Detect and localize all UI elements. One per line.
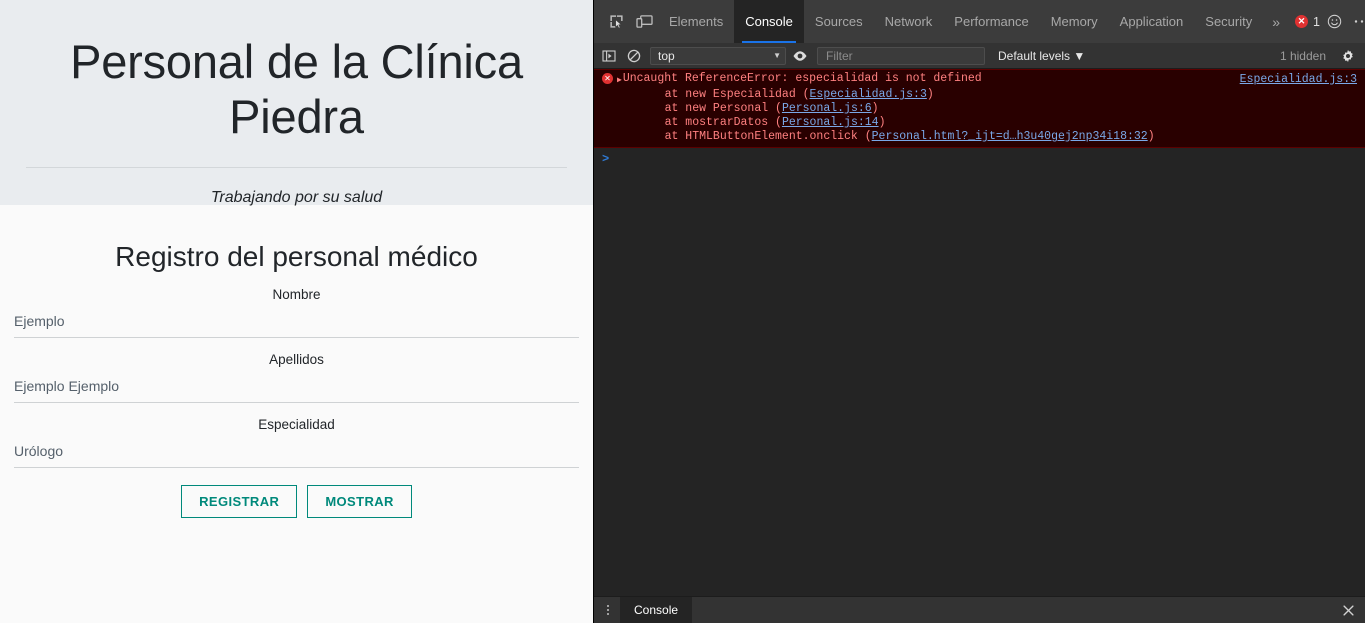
- tab-application-label: Application: [1119, 14, 1184, 29]
- stack-frame-prefix: at mostrarDatos (: [637, 116, 782, 129]
- web-page-viewport: Personal de la Clínica Piedra Trabajando…: [0, 0, 593, 623]
- console-prompt-row[interactable]: >: [594, 148, 1365, 166]
- devtools-tabbar: Elements Console Sources Network Perform…: [594, 0, 1365, 43]
- stack-frame-link[interactable]: Personal.js:6: [782, 102, 872, 115]
- expand-arrow-icon[interactable]: ▶: [617, 74, 622, 88]
- tab-network-label: Network: [884, 14, 933, 29]
- stack-frame: at mostrarDatos (Personal.js:14): [594, 116, 1365, 130]
- field-nombre: Nombre: [14, 287, 579, 338]
- error-badge-count: 1: [1313, 14, 1320, 29]
- clear-console-icon[interactable]: [623, 46, 645, 66]
- mostrar-button[interactable]: MOSTRAR: [307, 485, 412, 518]
- console-settings-gear-icon[interactable]: [1337, 46, 1359, 66]
- stack-frame-prefix: at new Especialidad (: [637, 88, 810, 101]
- tab-network[interactable]: Network: [874, 0, 944, 43]
- registration-form: Registro del personal médico Nombre Apel…: [0, 241, 593, 518]
- console-filter-input[interactable]: [824, 47, 978, 64]
- tab-memory-label: Memory: [1050, 14, 1098, 29]
- console-message-list: ✕ ▶ Uncaught ReferenceError: especialidad…: [594, 69, 1365, 596]
- label-especialidad: Especialidad: [258, 417, 335, 432]
- stack-frame-link[interactable]: Personal.js:14: [782, 116, 879, 129]
- inspect-element-icon[interactable]: [602, 8, 630, 36]
- registrar-button[interactable]: REGISTRAR: [181, 485, 298, 518]
- error-count-badge[interactable]: ✕ 1: [1295, 15, 1320, 29]
- tab-elements[interactable]: Elements: [658, 0, 734, 43]
- live-expression-eye-icon[interactable]: [789, 46, 811, 66]
- tab-security[interactable]: Security: [1194, 0, 1263, 43]
- stack-frame-link[interactable]: Personal.html?_ijt=d…h3u40gej2np34i18:32: [872, 130, 1148, 143]
- execution-context-value: top: [658, 48, 675, 63]
- stack-frame-prefix: at new Personal (: [637, 102, 782, 115]
- chevron-down-icon: ▼: [773, 51, 781, 60]
- tab-console[interactable]: Console: [734, 0, 804, 43]
- form-actions: REGISTRAR MOSTRAR: [14, 485, 579, 518]
- drawer-tab-console[interactable]: Console: [620, 596, 693, 623]
- feedback-smiley-icon[interactable]: [1320, 8, 1348, 36]
- input-apellidos[interactable]: [14, 377, 579, 403]
- stack-frame-link[interactable]: Especialidad.js:3: [810, 88, 927, 101]
- page-title: Personal de la Clínica Piedra: [70, 35, 523, 144]
- tab-performance-label: Performance: [954, 14, 1029, 29]
- drawer-close-icon[interactable]: [1337, 599, 1359, 621]
- tab-security-label: Security: [1205, 14, 1253, 29]
- hidden-messages-count: 1 hidden: [1279, 48, 1326, 63]
- stack-frame: at new Personal (Personal.js:6): [594, 102, 1365, 116]
- form-title: Registro del personal médico: [115, 241, 478, 272]
- devtools-menu-icon[interactable]: [1348, 8, 1365, 36]
- error-message-text: Uncaught ReferenceError: especialidad is…: [622, 72, 982, 85]
- stack-frame: at HTMLButtonElement.onclick (Personal.h…: [594, 130, 1365, 144]
- error-badge-icon: ✕: [1295, 15, 1309, 28]
- devtools-panel: Elements Console Sources Network Perform…: [593, 0, 1365, 623]
- page-subtitle: Trabajando por su salud: [210, 188, 383, 206]
- tab-application[interactable]: Application: [1109, 0, 1195, 43]
- drawer-tab-console-label: Console: [634, 603, 679, 617]
- console-toolbar: top ▼ Default levels ▼ 1 hidden: [594, 43, 1365, 69]
- stack-frame-suffix: ): [926, 88, 934, 101]
- screenshot-root: Personal de la Clínica Piedra Trabajando…: [0, 0, 1365, 623]
- tab-sources[interactable]: Sources: [804, 0, 874, 43]
- execution-context-select[interactable]: top ▼: [650, 46, 786, 65]
- prompt-arrow-icon: >: [602, 152, 610, 166]
- field-apellidos: Apellidos: [14, 352, 579, 403]
- console-error-message[interactable]: ✕ ▶ Uncaught ReferenceError: especialidad…: [594, 69, 1365, 148]
- hero-divider: [26, 166, 567, 168]
- tab-performance[interactable]: Performance: [943, 0, 1039, 43]
- error-source-link[interactable]: Especialidad.js:3: [1240, 73, 1357, 87]
- tab-console-label: Console: [745, 14, 793, 29]
- log-levels-dropdown[interactable]: Default levels ▼: [998, 49, 1085, 63]
- tab-memory[interactable]: Memory: [1040, 0, 1109, 43]
- label-apellidos: Apellidos: [269, 352, 324, 367]
- drawer-tabbar: Console: [594, 596, 1365, 623]
- stack-frame-suffix: ): [878, 116, 886, 129]
- stack-frame-suffix: ): [1147, 130, 1155, 143]
- drawer-more-tools-icon[interactable]: [596, 598, 620, 622]
- tab-sources-label: Sources: [814, 14, 863, 29]
- console-filter-box[interactable]: [817, 46, 985, 65]
- more-tabs-icon[interactable]: »: [1263, 14, 1289, 30]
- console-sidebar-toggle-icon[interactable]: [598, 46, 620, 66]
- page-hero: Personal de la Clínica Piedra Trabajando…: [0, 0, 593, 206]
- device-toolbar-icon[interactable]: [630, 8, 658, 36]
- stack-frame: at new Especialidad (Especialidad.js:3): [594, 88, 1365, 102]
- stack-frame-prefix: at HTMLButtonElement.onclick (: [637, 130, 872, 143]
- label-nombre: Nombre: [272, 287, 321, 302]
- error-severity-icon: ✕: [602, 73, 613, 84]
- input-nombre[interactable]: [14, 312, 579, 338]
- input-especialidad[interactable]: [14, 442, 579, 468]
- field-especialidad: Especialidad: [14, 417, 579, 468]
- tab-elements-label: Elements: [669, 14, 724, 29]
- stack-frame-suffix: ): [871, 102, 879, 115]
